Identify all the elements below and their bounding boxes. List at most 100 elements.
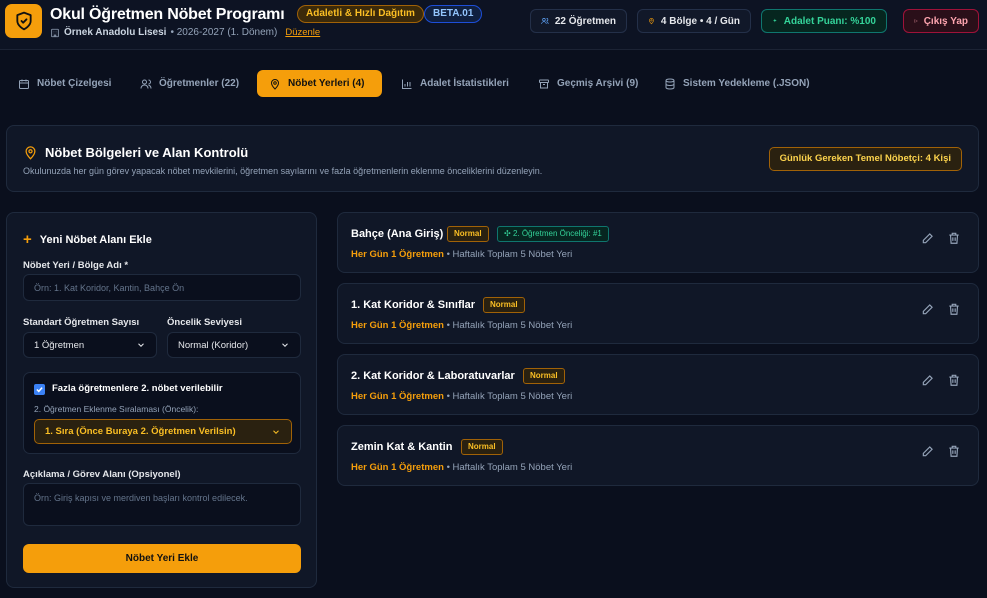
location-name-label: Nöbet Yeri / Bölge Adı * <box>23 260 129 271</box>
tab-label: Geçmiş Arşivi (9) <box>557 78 639 89</box>
chevron-down-icon <box>138 343 144 347</box>
logout-icon <box>914 19 918 23</box>
location-card: Zemin Kat & Kantin Normal Her Gün 1 Öğre… <box>337 425 979 486</box>
weekly-total: • Haftalık Toplam 5 Nöbet Yeri <box>446 320 573 331</box>
priority-level-value: Normal (Koridor) <box>178 339 249 351</box>
fairness-score: Adalet Puanı: %100 <box>783 15 876 27</box>
app-logo <box>5 4 42 38</box>
second-order-label: 2. Öğretmen Eklenme Sıralaması (Öncelik)… <box>34 404 199 414</box>
tab-fairness-stats[interactable]: Adalet İstatistikleri <box>389 70 521 97</box>
second-duty-panel: Fazla öğretmenlere 2. nöbet verilebilir … <box>23 372 301 454</box>
tab-label: Nöbet Çizelgesi <box>37 78 112 89</box>
location-name-input[interactable]: Örn: 1. Kat Koridor, Kantin, Bahçe Ön <box>23 274 301 301</box>
daily-count: Her Gün 1 Öğretmen <box>351 462 444 473</box>
tab-archive[interactable]: Geçmiş Arşivi (9) <box>526 70 650 97</box>
map-pin-icon <box>25 146 36 160</box>
daily-count: Her Gün 1 Öğretmen <box>351 391 444 402</box>
location-meta: Her Gün 1 Öğretmen • Haftalık Toplam 5 N… <box>351 462 572 473</box>
tab-label: Adalet İstatistikleri <box>420 78 509 89</box>
location-name: 2. Kat Koridor & Laboratuvarlar <box>351 370 515 382</box>
location-card: 1. Kat Koridor & Sınıflar Normal Her Gün… <box>337 283 979 344</box>
location-card: Bahçe (Ana Giriş) Normal ✣ 2. Öğretmen Ö… <box>337 212 979 273</box>
plus-icon: + <box>23 231 32 248</box>
term-label: • 2026-2027 (1. Dönem) <box>170 27 278 38</box>
app-title: Okul Öğretmen Nöbet Programı <box>50 6 285 23</box>
tab-teachers[interactable]: Öğretmenler (22) <box>128 70 251 97</box>
shield-check-icon <box>15 11 32 31</box>
add-location-button[interactable]: Nöbet Yeri Ekle <box>23 544 301 573</box>
school-name: Örnek Anadolu Lisesi <box>64 27 167 38</box>
new-location-form: + Yeni Nöbet Alanı Ekle Nöbet Yeri / Böl… <box>6 212 317 588</box>
trash-icon[interactable] <box>947 231 961 245</box>
edit-icon[interactable] <box>921 444 935 458</box>
building-icon <box>51 28 59 37</box>
calendar-icon <box>19 79 29 89</box>
location-meta: Her Gün 1 Öğretmen • Haftalık Toplam 5 N… <box>351 249 572 260</box>
trash-icon[interactable] <box>947 373 961 387</box>
description-textarea[interactable]: Örn: Giriş kapısı ve merdiven başları ko… <box>23 483 301 526</box>
weekly-total: • Haftalık Toplam 5 Nöbet Yeri <box>446 249 573 260</box>
check-icon <box>36 387 43 393</box>
priority-badge: Normal <box>483 297 525 313</box>
location-meta: Her Gün 1 Öğretmen • Haftalık Toplam 5 N… <box>351 320 572 331</box>
map-pin-icon <box>649 18 654 25</box>
tab-locations[interactable]: Nöbet Yerleri (4) <box>257 70 382 97</box>
daily-required-badge: Günlük Gereken Temel Nöbetçi: 4 Kişi <box>768 147 962 171</box>
form-title-text: Yeni Nöbet Alanı Ekle <box>39 233 152 246</box>
edit-icon[interactable] <box>921 302 935 316</box>
teacher-count-value: 1 Öğretmen <box>34 339 85 351</box>
sparkle-icon <box>772 18 777 23</box>
chevron-down-icon <box>273 429 279 434</box>
second-priority-badge: ✣ 2. Öğretmen Önceliği: #1 <box>497 226 609 242</box>
tab-label: Nöbet Yerleri (4) <box>288 78 365 89</box>
second-order-value: 1. Sıra (Önce Buraya 2. Öğretmen Verilsi… <box>45 426 236 437</box>
teacher-count-label: Standart Öğretmen Sayısı <box>23 317 140 328</box>
region-count: 4 Bölge • 4 / Gün <box>660 15 740 27</box>
edit-icon[interactable] <box>921 373 935 387</box>
weekly-total: • Haftalık Toplam 5 Nöbet Yeri <box>446 462 573 473</box>
fair-distribution-badge: Adaletli & Hızlı Dağıtım <box>297 5 424 23</box>
logout-button[interactable]: Çıkış Yap <box>903 9 979 33</box>
tab-label: Sistem Yedekleme (.JSON) <box>683 78 810 89</box>
region-count-pill: 4 Bölge • 4 / Gün <box>637 9 751 33</box>
sparkle-icon: ✣ <box>504 229 513 238</box>
second-order-select[interactable]: 1. Sıra (Önce Buraya 2. Öğretmen Verilsi… <box>34 419 292 444</box>
section-title-text: Nöbet Bölgeleri ve Alan Kontrolü <box>45 145 249 160</box>
school-line: Örnek Anadolu Lisesi • 2026-2027 (1. Dön… <box>50 27 320 38</box>
priority-badge: Normal <box>447 226 489 242</box>
second-duty-checkbox[interactable] <box>34 384 45 395</box>
priority-level-select[interactable]: Normal (Koridor) <box>167 332 301 358</box>
edit-school-link[interactable]: Düzenle <box>285 27 320 38</box>
region-info-card: Nöbet Bölgeleri ve Alan Kontrolü Okulunu… <box>6 125 979 192</box>
map-pin-icon <box>270 78 280 90</box>
version-badge: BETA.01 <box>424 5 483 23</box>
edit-icon[interactable] <box>921 231 935 245</box>
teacher-count-select[interactable]: 1 Öğretmen <box>23 332 157 358</box>
location-name: Zemin Kat & Kantin <box>351 441 453 453</box>
location-name: Bahçe (Ana Giriş) <box>351 228 444 240</box>
users-icon <box>541 18 549 24</box>
archive-icon <box>539 79 549 88</box>
bar-chart-icon <box>402 79 412 89</box>
app-header: Okul Öğretmen Nöbet Programı Adaletli & … <box>0 0 987 50</box>
tab-backup[interactable]: Sistem Yedekleme (.JSON) <box>652 70 822 97</box>
section-description: Okulunuzda her gün görev yapacak nöbet m… <box>23 166 543 176</box>
second-duty-checkbox-label[interactable]: Fazla öğretmenlere 2. nöbet verilebilir <box>52 383 223 394</box>
priority-level-label: Öncelik Seviyesi <box>167 317 242 328</box>
tab-schedule[interactable]: Nöbet Çizelgesi <box>6 70 123 97</box>
second-priority-text: 2. Öğretmen Önceliği: #1 <box>512 229 602 238</box>
weekly-total: • Haftalık Toplam 5 Nöbet Yeri <box>446 391 573 402</box>
daily-count: Her Gün 1 Öğretmen <box>351 249 444 260</box>
priority-badge: Normal <box>523 368 565 384</box>
trash-icon[interactable] <box>947 444 961 458</box>
trash-icon[interactable] <box>947 302 961 316</box>
location-meta: Her Gün 1 Öğretmen • Haftalık Toplam 5 N… <box>351 391 572 402</box>
teacher-count-pill: 22 Öğretmen <box>530 9 627 33</box>
section-title: Nöbet Bölgeleri ve Alan Kontrolü <box>23 145 248 160</box>
teacher-count: 22 Öğretmen <box>554 15 616 27</box>
location-name: 1. Kat Koridor & Sınıflar <box>351 299 476 311</box>
chevron-down-icon <box>282 343 288 347</box>
tab-label: Öğretmenler (22) <box>159 78 240 89</box>
daily-count: Her Gün 1 Öğretmen <box>351 320 444 331</box>
location-card: 2. Kat Koridor & Laboratuvarlar Normal H… <box>337 354 979 415</box>
